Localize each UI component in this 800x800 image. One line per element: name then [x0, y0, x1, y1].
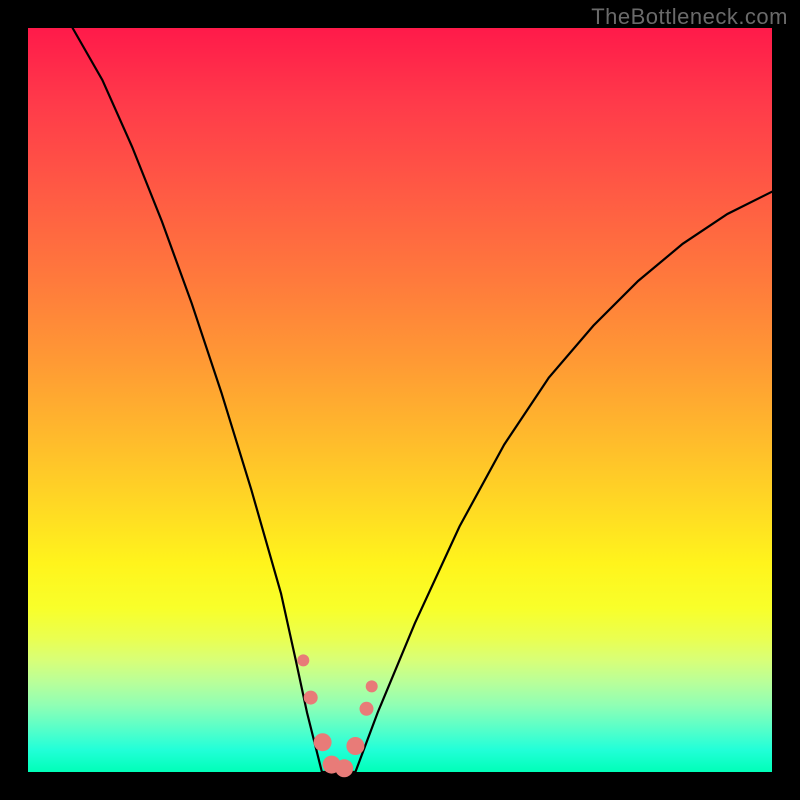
- marker-7: [366, 680, 378, 692]
- marker-0: [297, 654, 309, 666]
- marker-4: [335, 759, 353, 777]
- marker-1: [304, 691, 318, 705]
- marker-5: [346, 737, 364, 755]
- outer-frame: TheBottleneck.com: [0, 0, 800, 800]
- curve-left-branch: [73, 28, 322, 772]
- watermark-label: TheBottleneck.com: [591, 4, 788, 30]
- curve-right-branch: [355, 192, 772, 772]
- marker-6: [360, 702, 374, 716]
- marker-2: [314, 733, 332, 751]
- curve-layer: [28, 28, 772, 772]
